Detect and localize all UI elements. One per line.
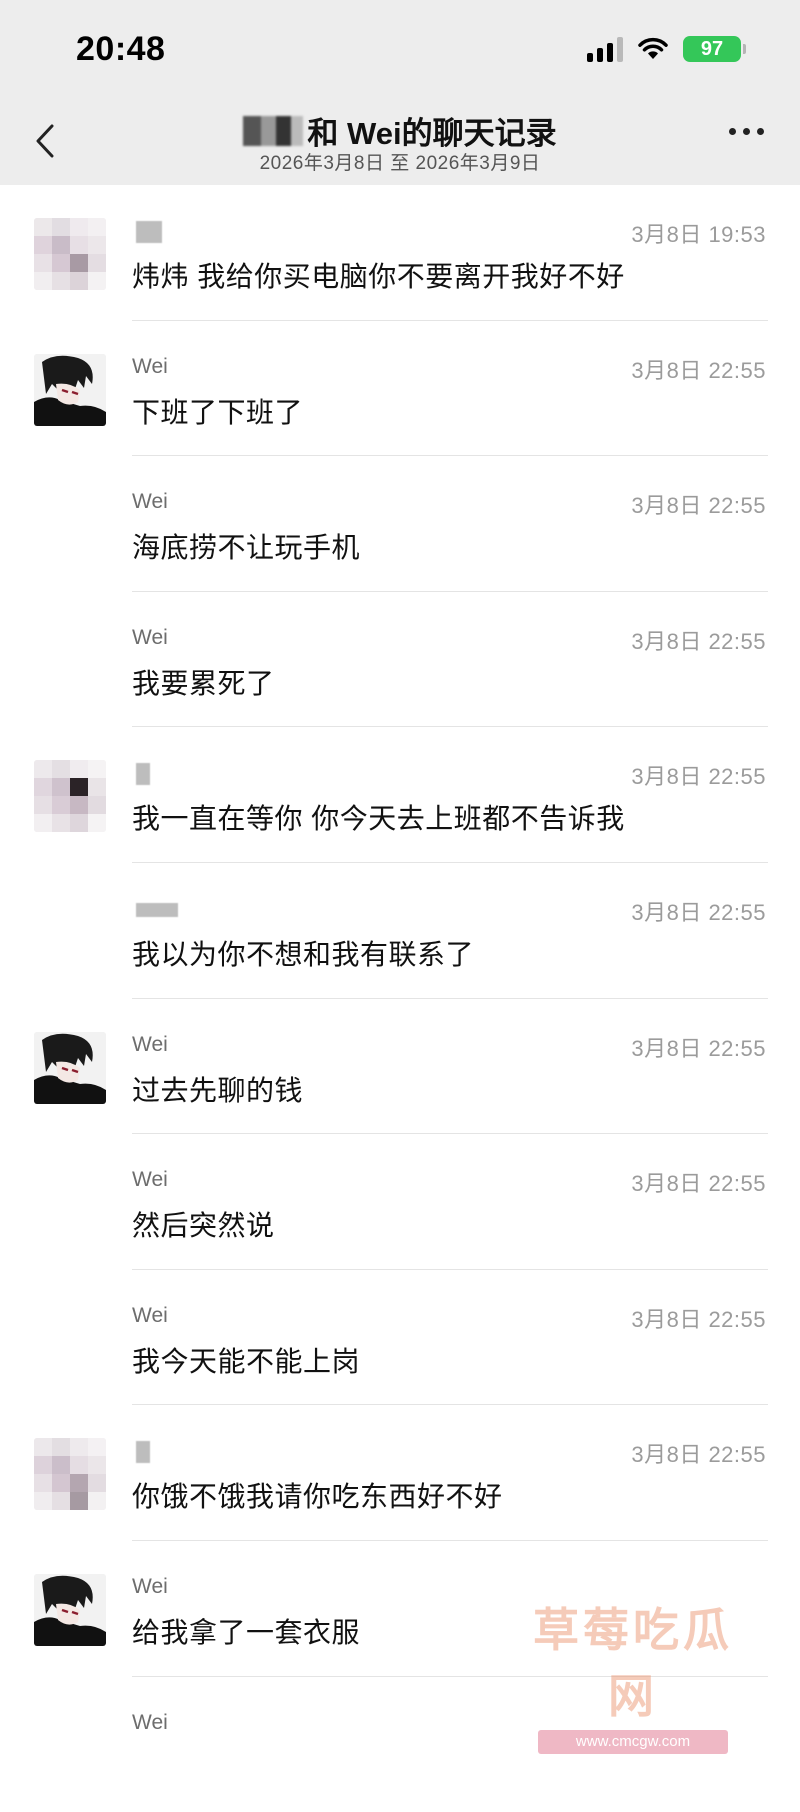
more-dots-icon: [729, 128, 736, 135]
message-time: 3月8日 22:55: [631, 1171, 766, 1197]
avatar: [34, 1438, 106, 1511]
message-text[interactable]: 我以为你不想和我有联系了: [132, 933, 474, 973]
sender-name: Wei: [132, 1710, 168, 1734]
redacted-sender: [136, 221, 162, 243]
message-text[interactable]: 我今天能不能上岗: [132, 1340, 360, 1380]
signal-icon: [587, 36, 623, 62]
message-text[interactable]: 你饿不饿我请你吃东西好不好: [132, 1475, 503, 1515]
sender-name: Wei: [132, 625, 168, 649]
watermark-url: www.cmcgw.com: [538, 1730, 728, 1754]
sender-name: Wei: [132, 1574, 168, 1598]
message-text[interactable]: 给我拿了一套衣服: [132, 1611, 360, 1651]
avatar: [34, 760, 106, 833]
chat-history-title: 和 Wei的聊天记录: [0, 108, 800, 153]
sender-name: Wei: [132, 1168, 168, 1192]
message-time: 3月8日 22:55: [631, 628, 766, 654]
battery-level: 97: [700, 37, 724, 60]
title-text: 和 Wei的聊天记录: [307, 116, 557, 151]
message-time: 3月8日 22:55: [631, 764, 766, 790]
watermark-title: 草莓吃瓜网: [533, 1603, 733, 1723]
watermark: 草莓吃瓜网 www.cmcgw.com: [513, 1594, 753, 1754]
message-time: 3月8日 22:55: [631, 493, 766, 519]
sender-name: Wei: [132, 490, 168, 514]
sender-name: Wei: [132, 1303, 168, 1327]
message-text[interactable]: 然后突然说: [132, 1204, 275, 1244]
message-time: 3月8日 22:55: [631, 1306, 766, 1332]
list-item[interactable]: 3月8日 22:55 你饿不饿我请你吃东西好不好: [0, 1405, 800, 1541]
message-text[interactable]: 我要累死了: [132, 662, 275, 702]
redacted-sender: [136, 763, 150, 786]
status-time: 20:48: [76, 30, 166, 68]
redacted-sender: [136, 902, 178, 917]
message-time: 3月8日 22:55: [631, 357, 766, 383]
list-item[interactable]: Wei 3月8日 22:55 我要累死了: [0, 592, 800, 728]
message-list[interactable]: 3月8日 19:53 炜炜 我给你买电脑你不要离开我好不好 Wei 3月8日 2…: [0, 185, 800, 1812]
message-text[interactable]: 炜炜 我给你买电脑你不要离开我好不好: [132, 255, 625, 295]
avatar: [34, 353, 106, 426]
avatar: [34, 218, 106, 290]
status-icons: 97: [587, 36, 746, 62]
message-time: 3月8日 22:55: [631, 1035, 766, 1061]
message-text[interactable]: 过去先聊的钱: [132, 1069, 303, 1109]
list-item[interactable]: Wei 3月8日 22:55 我今天能不能上岗: [0, 1270, 800, 1406]
avatar: [34, 1031, 106, 1104]
message-text[interactable]: 我一直在等你 你今天去上班都不告诉我: [132, 797, 625, 837]
list-item[interactable]: Wei 3月8日 22:55 下班了下班了: [0, 321, 800, 457]
list-item[interactable]: Wei 3月8日 22:55 海底捞不让玩手机: [0, 456, 800, 592]
list-item[interactable]: Wei 3月8日 22:55 然后突然说: [0, 1134, 800, 1270]
message-time: 3月8日 19:53: [631, 222, 766, 247]
message-text[interactable]: 下班了下班了: [132, 391, 303, 431]
list-item[interactable]: 3月8日 22:55 我一直在等你 你今天去上班都不告诉我: [0, 727, 800, 863]
sender-name: Wei: [132, 354, 168, 378]
message-text[interactable]: 海底捞不让玩手机: [132, 526, 360, 566]
message-time: 3月8日 22:55: [631, 1442, 766, 1468]
battery-icon: 97: [683, 36, 746, 62]
list-item[interactable]: 3月8日 19:53 炜炜 我给你买电脑你不要离开我好不好: [0, 185, 800, 321]
redacted-name: [243, 115, 304, 146]
sender-name: Wei: [132, 1032, 168, 1056]
avatar: [34, 1573, 106, 1646]
more-button[interactable]: [729, 128, 764, 135]
list-item[interactable]: 3月8日 22:55 我以为你不想和我有联系了: [0, 863, 800, 999]
wifi-icon: [637, 37, 669, 61]
list-item[interactable]: Wei 3月8日 22:55 过去先聊的钱: [0, 999, 800, 1135]
message-time: 3月8日 22:55: [631, 899, 766, 925]
top-bar: 20:48 97 和 Wei的聊天记录 2026年3月8日 至 2026年3月9…: [0, 0, 800, 185]
date-range: 2026年3月8日 至 2026年3月9日: [259, 153, 541, 174]
redacted-sender: [136, 1441, 150, 1464]
